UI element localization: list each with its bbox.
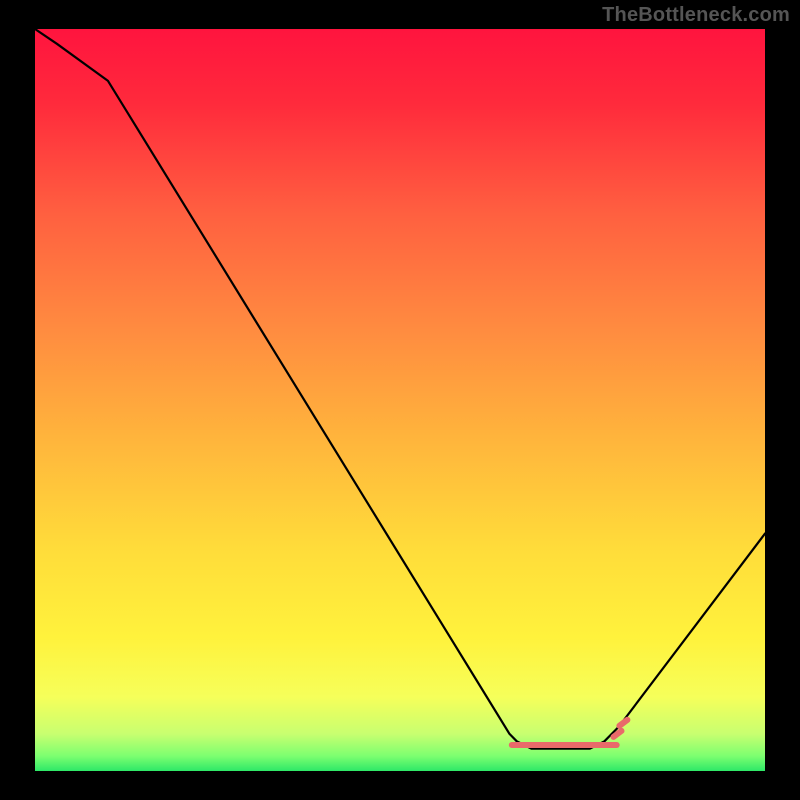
bottleneck-chart xyxy=(0,0,800,800)
watermark-text: TheBottleneck.com xyxy=(602,4,790,27)
chart-container: { "watermark": "TheBottleneck.com", "fra… xyxy=(0,0,800,800)
